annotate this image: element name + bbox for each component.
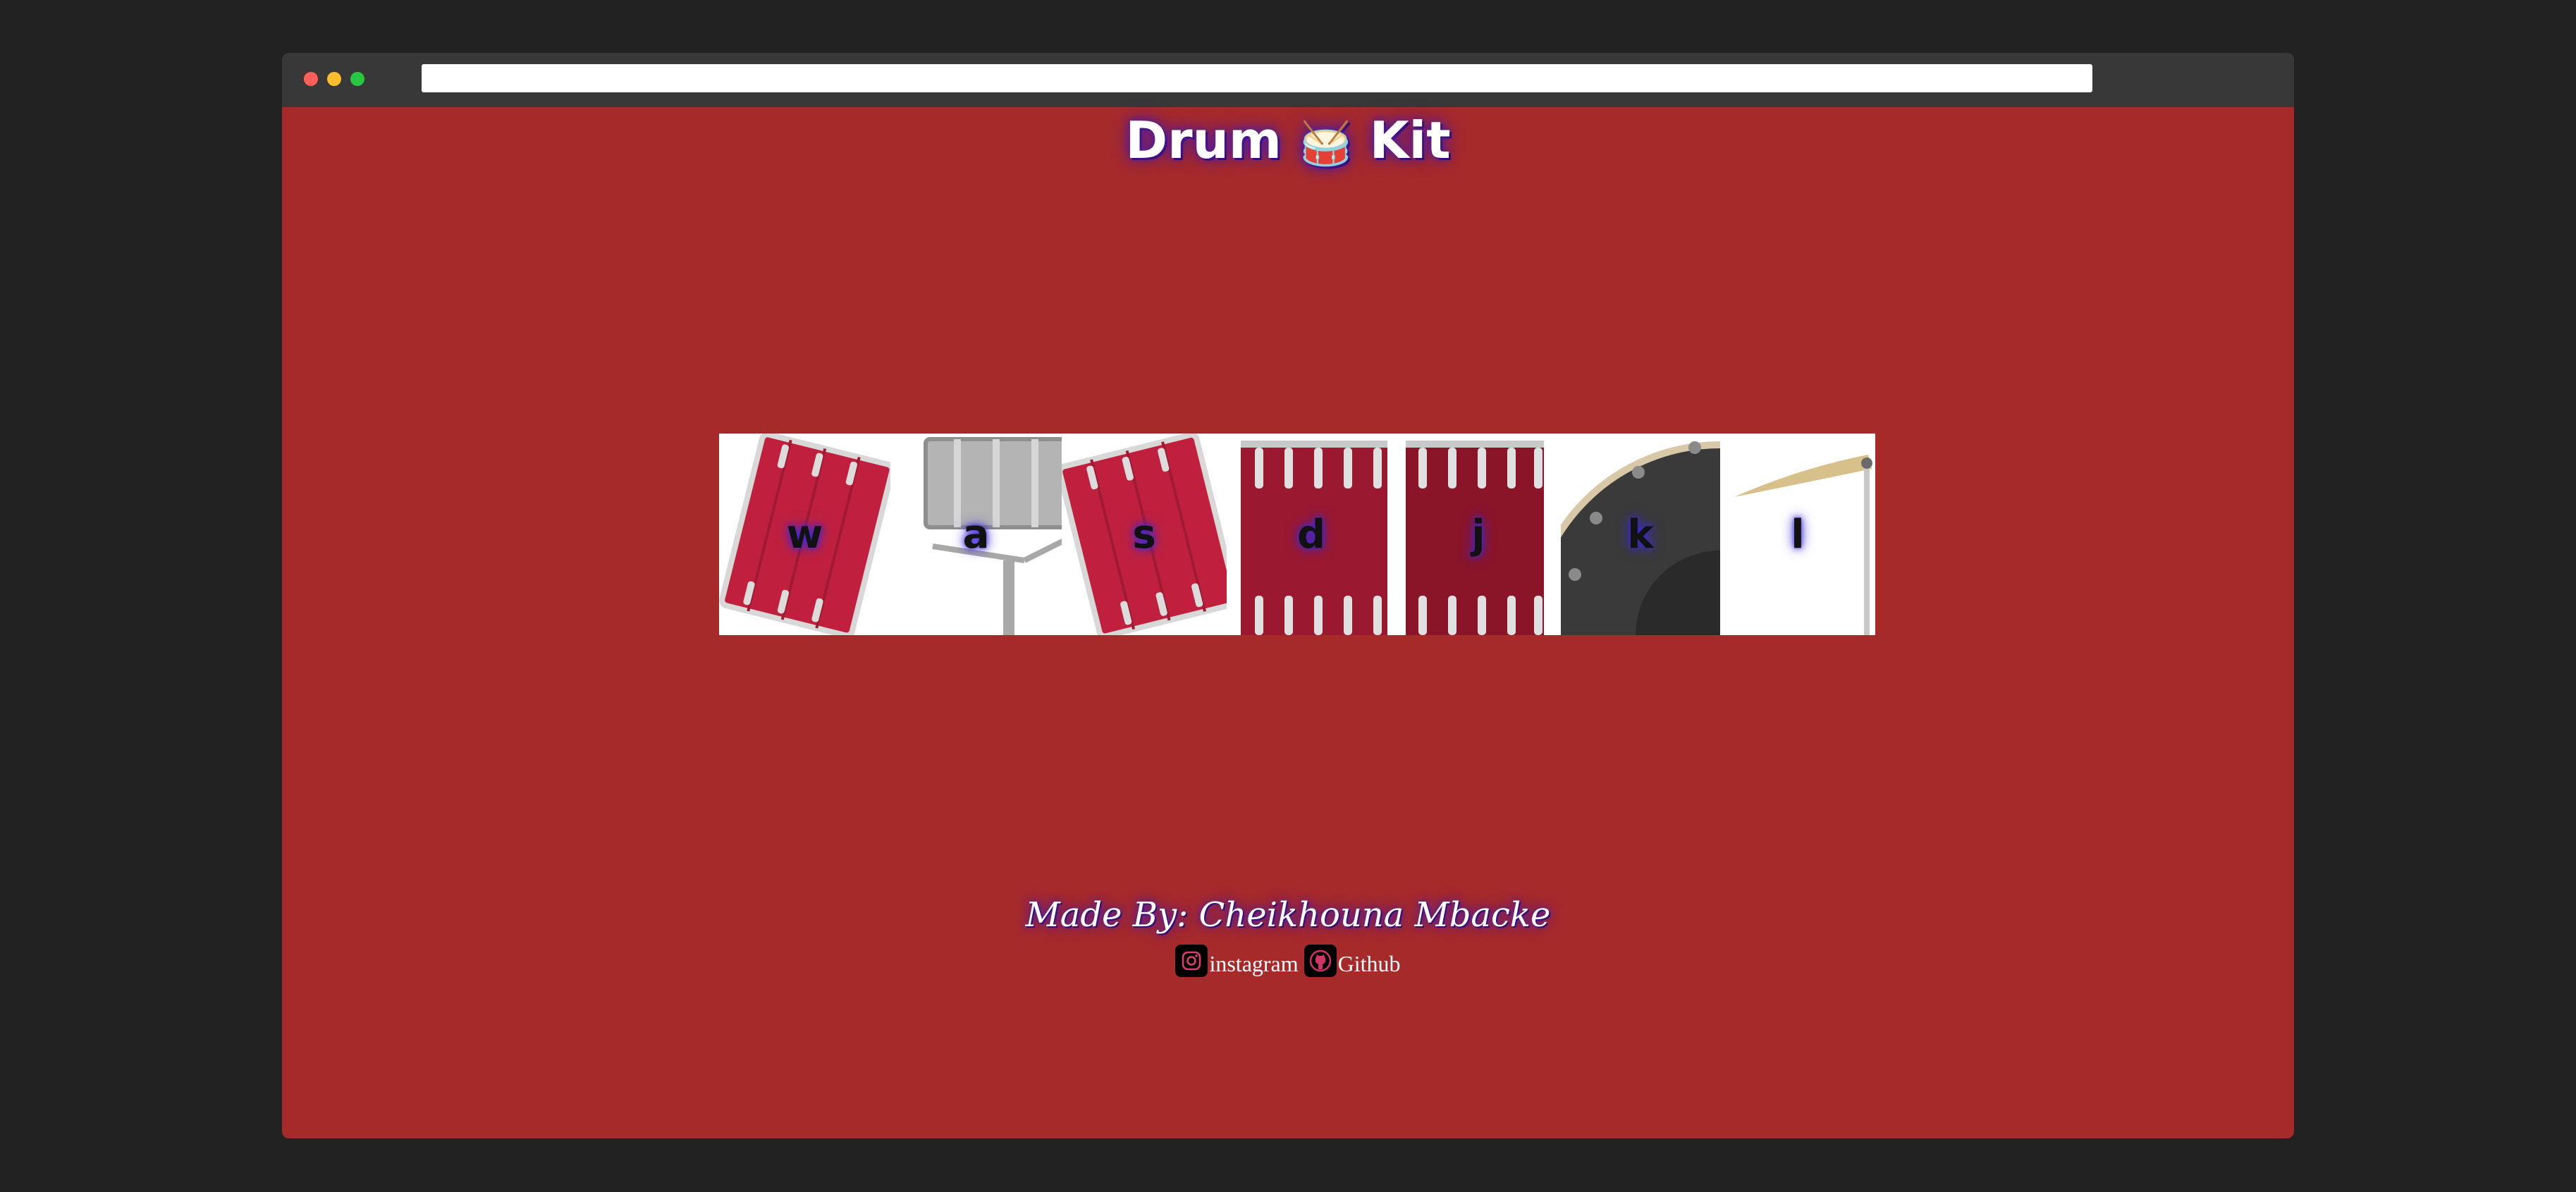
drum-key-label: d <box>1296 511 1326 558</box>
instagram-link-label: instagram <box>1209 951 1299 976</box>
drum-button-l[interactable]: l <box>1720 434 1875 635</box>
github-link-label: Github <box>1337 951 1401 976</box>
github-icon <box>1304 945 1337 977</box>
instagram-link[interactable]: instagram <box>1175 945 1299 977</box>
title-suffix: Kit <box>1369 111 1451 170</box>
close-window-button[interactable] <box>304 72 318 86</box>
address-bar[interactable] <box>422 64 2092 92</box>
drum-key-label: a <box>962 511 990 558</box>
instagram-icon <box>1175 945 1208 977</box>
drum-button-d[interactable]: d <box>1227 434 1396 635</box>
drum-key-label: l <box>1791 511 1805 558</box>
drum-button-a[interactable]: a <box>890 434 1062 635</box>
drum-key-label: s <box>1132 511 1156 558</box>
maximize-window-button[interactable] <box>350 72 364 86</box>
drum-button-j[interactable]: j <box>1396 434 1561 635</box>
drum-key-label: k <box>1627 511 1654 558</box>
minimize-window-button[interactable] <box>327 72 341 86</box>
browser-toolbar <box>282 53 2294 107</box>
title-prefix: Drum <box>1125 111 1282 170</box>
social-links: instagram Github <box>282 945 2294 977</box>
drum-button-s[interactable]: s <box>1062 434 1227 635</box>
drum-button-k[interactable]: k <box>1561 434 1720 635</box>
drum-set: w a s d j k l <box>719 434 1875 635</box>
drum-key-label: j <box>1471 511 1485 558</box>
page-title: Drum 🥁 Kit <box>282 111 2294 170</box>
author-credit: Made By: Cheikhouna Mbacke <box>1025 895 1551 935</box>
drum-key-label: w <box>786 511 823 558</box>
drum-button-w[interactable]: w <box>719 434 890 635</box>
github-link[interactable]: Github <box>1304 945 1401 977</box>
drum-emoji-icon: 🥁 <box>1299 119 1352 168</box>
footer: Made By: Cheikhouna Mbacke instagram Git… <box>282 895 2294 977</box>
browser-window: Drum 🥁 Kit w a s d j k l Made By: Cheikh… <box>282 53 2294 1138</box>
